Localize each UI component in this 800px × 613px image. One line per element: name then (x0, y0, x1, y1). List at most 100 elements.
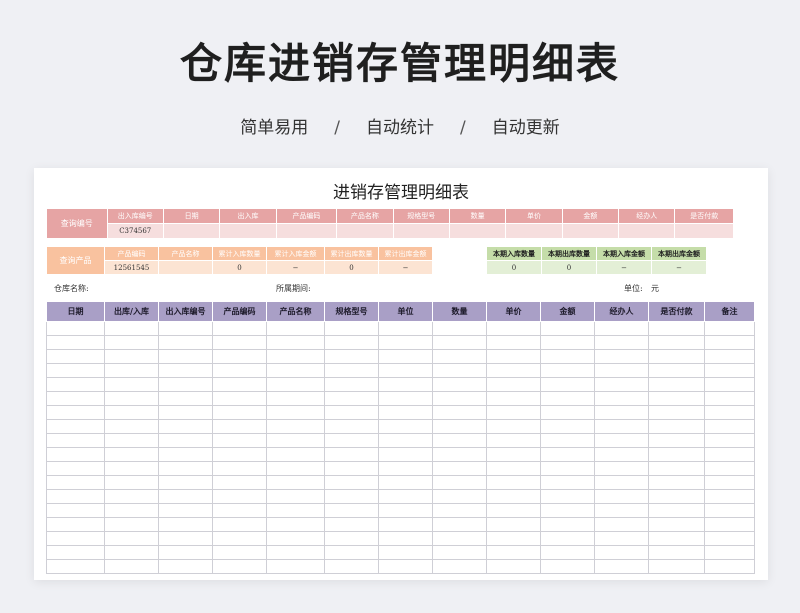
table-cell[interactable] (212, 447, 267, 462)
table-cell[interactable] (266, 349, 325, 364)
table-cell[interactable] (266, 517, 325, 532)
table-cell[interactable] (266, 503, 325, 518)
table-cell[interactable] (212, 489, 267, 504)
table-cell[interactable] (212, 321, 267, 336)
table-cell[interactable] (648, 447, 705, 462)
table-cell[interactable] (266, 335, 325, 350)
table-cell[interactable] (158, 503, 213, 518)
table-cell[interactable] (486, 503, 541, 518)
table-cell[interactable] (432, 503, 487, 518)
table-cell[interactable] (648, 405, 705, 420)
table-cell[interactable] (432, 461, 487, 476)
table-cell[interactable] (158, 419, 213, 434)
table-cell[interactable] (104, 321, 159, 336)
table-cell[interactable] (432, 447, 487, 462)
table-cell[interactable] (648, 489, 705, 504)
table-cell[interactable] (212, 461, 267, 476)
table-cell[interactable] (158, 433, 213, 448)
table-cell[interactable] (594, 363, 649, 378)
table-cell[interactable] (432, 335, 487, 350)
table-cell[interactable] (594, 461, 649, 476)
table-cell[interactable] (378, 321, 433, 336)
table-cell[interactable] (432, 475, 487, 490)
table-cell[interactable] (540, 419, 595, 434)
table-cell[interactable] (594, 321, 649, 336)
table-cell[interactable] (324, 545, 379, 560)
table-cell[interactable] (212, 363, 267, 378)
table-cell[interactable] (486, 391, 541, 406)
table-cell[interactable] (432, 321, 487, 336)
table-cell[interactable] (266, 321, 325, 336)
table-cell[interactable] (212, 377, 267, 392)
table-cell[interactable] (704, 349, 755, 364)
table-cell[interactable] (324, 433, 379, 448)
table-cell[interactable] (540, 363, 595, 378)
table-cell[interactable] (46, 335, 105, 350)
table-cell[interactable] (648, 335, 705, 350)
table-cell[interactable] (324, 377, 379, 392)
query-number-input[interactable]: C374567 (106, 223, 164, 239)
table-cell[interactable] (486, 559, 541, 574)
table-cell[interactable] (432, 377, 487, 392)
table-cell[interactable] (46, 447, 105, 462)
table-cell[interactable] (432, 363, 487, 378)
table-cell[interactable] (378, 461, 433, 476)
table-cell[interactable] (266, 475, 325, 490)
table-cell[interactable] (648, 363, 705, 378)
table-cell[interactable] (158, 405, 213, 420)
table-cell[interactable] (212, 419, 267, 434)
table-cell[interactable] (324, 335, 379, 350)
table-cell[interactable] (378, 391, 433, 406)
table-cell[interactable] (266, 433, 325, 448)
table-cell[interactable] (104, 447, 159, 462)
table-cell[interactable] (594, 405, 649, 420)
table-cell[interactable] (158, 349, 213, 364)
table-cell[interactable] (378, 475, 433, 490)
table-cell[interactable] (432, 545, 487, 560)
table-cell[interactable] (486, 447, 541, 462)
table-cell[interactable] (104, 475, 159, 490)
table-cell[interactable] (486, 489, 541, 504)
table-cell[interactable] (594, 447, 649, 462)
table-cell[interactable] (46, 321, 105, 336)
table-cell[interactable] (158, 363, 213, 378)
table-cell[interactable] (594, 559, 649, 574)
table-cell[interactable] (378, 349, 433, 364)
table-cell[interactable] (540, 545, 595, 560)
table-cell[interactable] (46, 405, 105, 420)
table-cell[interactable] (266, 489, 325, 504)
table-cell[interactable] (378, 433, 433, 448)
table-cell[interactable] (540, 531, 595, 546)
table-cell[interactable] (704, 391, 755, 406)
table-cell[interactable] (212, 531, 267, 546)
table-cell[interactable] (158, 489, 213, 504)
table-cell[interactable] (324, 475, 379, 490)
table-cell[interactable] (540, 447, 595, 462)
table-cell[interactable] (266, 391, 325, 406)
table-cell[interactable] (486, 363, 541, 378)
table-cell[interactable] (378, 377, 433, 392)
table-cell[interactable] (266, 531, 325, 546)
table-cell[interactable] (486, 419, 541, 434)
table-cell[interactable] (378, 559, 433, 574)
table-cell[interactable] (486, 377, 541, 392)
table-cell[interactable] (324, 503, 379, 518)
table-cell[interactable] (46, 559, 105, 574)
table-cell[interactable] (648, 545, 705, 560)
table-cell[interactable] (704, 447, 755, 462)
table-cell[interactable] (704, 531, 755, 546)
table-cell[interactable] (378, 447, 433, 462)
table-cell[interactable] (266, 559, 325, 574)
table-cell[interactable] (212, 433, 267, 448)
table-cell[interactable] (704, 461, 755, 476)
table-cell[interactable] (486, 433, 541, 448)
table-cell[interactable] (540, 321, 595, 336)
table-cell[interactable] (46, 489, 105, 504)
table-cell[interactable] (46, 363, 105, 378)
table-cell[interactable] (324, 321, 379, 336)
table-cell[interactable] (324, 405, 379, 420)
table-cell[interactable] (540, 377, 595, 392)
table-cell[interactable] (324, 531, 379, 546)
table-cell[interactable] (158, 559, 213, 574)
table-cell[interactable] (104, 559, 159, 574)
